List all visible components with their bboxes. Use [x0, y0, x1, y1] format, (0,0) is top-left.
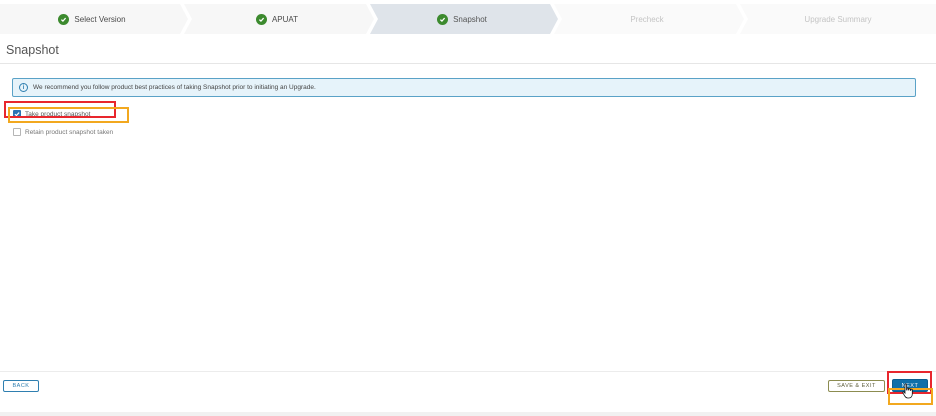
- retain-snapshot-option[interactable]: Retain product snapshot taken: [13, 128, 113, 136]
- step-upgrade-summary: Upgrade Summary: [740, 0, 936, 38]
- check-circle-icon: [437, 13, 449, 25]
- step-label: Snapshot: [453, 14, 487, 24]
- step-snapshot[interactable]: Snapshot: [370, 0, 554, 38]
- footer-divider: [0, 371, 936, 372]
- info-circle-icon: i: [19, 83, 28, 92]
- step-select-version[interactable]: Select Version: [0, 0, 184, 38]
- step-label: Upgrade Summary: [804, 14, 872, 24]
- check-circle-icon: [255, 13, 267, 25]
- step-precheck: Precheck: [554, 0, 740, 38]
- title-divider: [0, 63, 936, 64]
- step-label: Precheck: [630, 14, 664, 24]
- page-title: Snapshot: [6, 43, 59, 57]
- check-circle-icon: [58, 13, 70, 25]
- highlight-box-orange: [8, 107, 129, 123]
- step-apuat[interactable]: APUAT: [184, 0, 370, 38]
- hand-pointer-icon: [902, 383, 913, 399]
- retain-snapshot-checkbox[interactable]: [13, 128, 21, 136]
- step-label: APUAT: [271, 14, 299, 24]
- back-button[interactable]: BACK: [3, 380, 39, 392]
- step-label: Select Version: [74, 14, 126, 24]
- retain-snapshot-label[interactable]: Retain product snapshot taken: [25, 129, 113, 136]
- wizard-stepper: Select Version APUAT Snapshot Precheck U…: [0, 0, 936, 38]
- save-and-exit-button[interactable]: SAVE & EXIT: [828, 380, 885, 392]
- bottom-strip: [0, 412, 936, 416]
- banner-text: We recommend you follow product best pra…: [33, 84, 316, 91]
- info-banner: i We recommend you follow product best p…: [12, 78, 916, 97]
